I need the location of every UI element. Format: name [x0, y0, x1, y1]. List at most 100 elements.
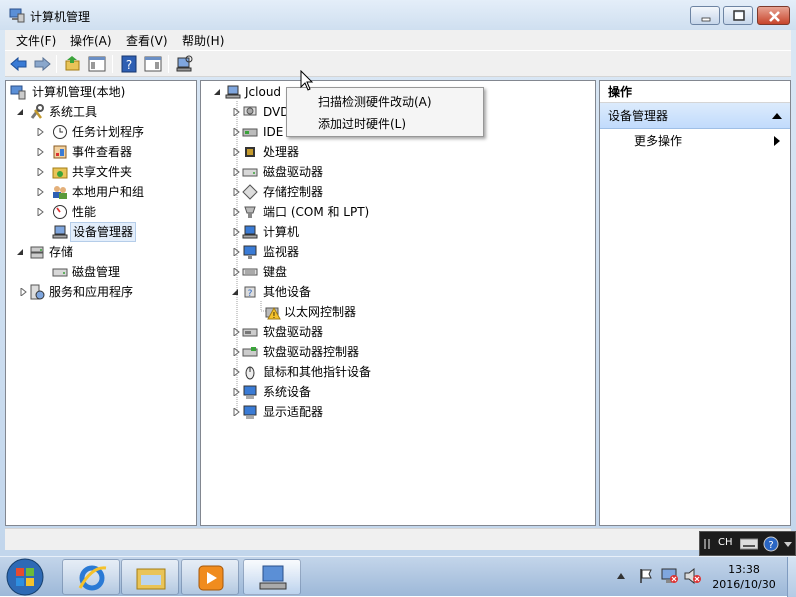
collapsed-triangle-icon[interactable]	[232, 228, 240, 236]
svg-text:?: ?	[248, 289, 253, 299]
port-icon	[244, 206, 256, 218]
expanded-triangle-icon[interactable]	[231, 288, 239, 296]
toolbar: ?	[5, 50, 791, 77]
expanded-triangle-icon[interactable]	[213, 88, 221, 96]
collapsed-triangle-icon[interactable]	[36, 148, 44, 156]
show-hide-tree-icon[interactable]	[87, 54, 107, 74]
help-circle-icon[interactable]: ?	[763, 536, 779, 552]
collapsed-triangle-icon[interactable]	[232, 388, 240, 396]
expanded-triangle-icon[interactable]	[16, 248, 24, 256]
start-button-icon[interactable]	[4, 557, 46, 597]
action-center-flag-icon[interactable]	[638, 568, 654, 584]
clock-date: 2016/10/30	[712, 578, 776, 591]
network-disconnected-icon[interactable]	[661, 568, 679, 584]
taskbar-ie-button[interactable]	[62, 559, 120, 595]
computer-management-icon	[9, 8, 25, 23]
collapsed-triangle-icon[interactable]	[232, 408, 240, 416]
computer-management-icon	[10, 85, 26, 100]
folder-icon	[136, 568, 166, 590]
console-tree-pane[interactable]: 计算机管理(本地) 系统工具 任务计划程序 事件查看器 共享文件夹 本地用户和组	[5, 80, 197, 526]
media-player-icon	[198, 565, 224, 591]
computer-management-window: 计算机管理 文件(F) 操作(A) 查看(V) 帮助(H) ? 计算机管理(本地…	[0, 0, 796, 556]
help-icon[interactable]: ?	[119, 54, 139, 74]
collapsed-triangle-icon[interactable]	[36, 208, 44, 216]
language-bar[interactable]: CH ?	[699, 531, 796, 556]
menu-item-scan-hardware[interactable]: 扫描检测硬件改动(A)	[318, 92, 432, 112]
title-bar[interactable]: 计算机管理	[0, 0, 796, 30]
minimize-button[interactable]	[690, 6, 720, 25]
collapsed-triangle-icon[interactable]	[232, 268, 240, 276]
collapsed-triangle-icon[interactable]	[232, 188, 240, 196]
keyboard-icon[interactable]	[740, 538, 758, 550]
show-hidden-icons-icon[interactable]	[617, 572, 625, 580]
collapsed-triangle-icon[interactable]	[232, 248, 240, 256]
collapsed-triangle-icon[interactable]	[232, 208, 240, 216]
input-language-label[interactable]: CH	[718, 537, 733, 548]
collapsed-triangle-icon[interactable]	[232, 108, 240, 116]
device-tree-pane[interactable]: Jcloud DVD IDE 处理器 磁盘驱动器 存储控制器 端口 (COM 和 LPT)…	[200, 80, 596, 526]
collapsed-triangle-icon[interactable]	[36, 128, 44, 136]
maximize-button[interactable]	[723, 6, 753, 25]
svg-text:?: ?	[126, 58, 132, 72]
taskbar-computer-management-button[interactable]	[243, 559, 301, 595]
collapsed-triangle-icon[interactable]	[19, 288, 27, 296]
collapsed-triangle-icon[interactable]	[36, 168, 44, 176]
menu-item-add-legacy-hardware[interactable]: 添加过时硬件(L)	[318, 114, 406, 134]
up-folder-icon[interactable]	[63, 54, 83, 74]
floppy-drive-icon	[242, 328, 258, 337]
disk-drive-icon	[242, 168, 258, 177]
clock-time: 13:38	[728, 563, 760, 576]
internet-explorer-icon	[78, 565, 107, 591]
actions-section-device-manager[interactable]: 设备管理器	[600, 103, 790, 129]
disk-icon	[52, 268, 68, 277]
device-manager-icon	[52, 225, 68, 239]
dvd-drive-icon	[243, 106, 257, 116]
scan-hardware-icon[interactable]	[174, 54, 194, 74]
more-actions-link[interactable]: 更多操作	[634, 131, 682, 151]
performance-gauge-icon	[53, 205, 67, 219]
volume-muted-icon[interactable]	[684, 568, 702, 584]
warning-device-icon: !	[265, 306, 281, 320]
menu-view[interactable]: 查看(V)	[126, 32, 168, 49]
collapsed-triangle-icon[interactable]	[232, 328, 240, 336]
collapsed-triangle-icon[interactable]	[232, 148, 240, 156]
monitor-icon	[243, 245, 257, 259]
menu-help[interactable]: 帮助(H)	[182, 32, 224, 49]
computer-icon	[225, 85, 241, 99]
collapsed-triangle-icon[interactable]	[232, 128, 240, 136]
taskbar-explorer-button[interactable]	[121, 559, 179, 595]
tree-connector-lines	[236, 101, 269, 411]
unknown-device-icon: ?	[244, 286, 256, 299]
collapsed-triangle-icon[interactable]	[232, 348, 240, 356]
grip-icon	[704, 539, 710, 549]
collapse-up-icon[interactable]	[772, 112, 782, 119]
show-desktop-button[interactable]	[787, 557, 796, 597]
shared-folder-icon	[52, 167, 68, 179]
langbar-options-icon[interactable]	[784, 540, 792, 548]
expanded-triangle-icon[interactable]	[16, 108, 24, 116]
taskbar: 13:38 2016/10/30	[0, 556, 796, 597]
taskbar-media-player-button[interactable]	[181, 559, 239, 595]
services-icon	[30, 284, 45, 300]
close-button[interactable]	[757, 6, 790, 25]
ide-controller-icon	[242, 128, 258, 137]
actions-pane: 操作 设备管理器 更多操作	[599, 80, 791, 526]
tools-icon	[30, 104, 44, 119]
collapsed-triangle-icon[interactable]	[36, 188, 44, 196]
system-clock[interactable]: 13:38 2016/10/30	[708, 562, 780, 592]
forward-arrow-icon[interactable]	[32, 54, 52, 74]
submenu-arrow-icon	[774, 136, 780, 146]
computer-icon	[242, 225, 258, 239]
menu-bar: 文件(F) 操作(A) 查看(V) 帮助(H)	[5, 30, 791, 50]
back-arrow-icon[interactable]	[9, 54, 29, 74]
keyboard-icon	[242, 268, 258, 276]
storage-icon	[30, 246, 44, 259]
action-pane-icon[interactable]	[143, 54, 163, 74]
display-adapter-icon	[243, 405, 257, 419]
collapsed-triangle-icon[interactable]	[232, 168, 240, 176]
computer-management-icon	[259, 565, 287, 590]
collapsed-triangle-icon[interactable]	[232, 368, 240, 376]
menu-file[interactable]: 文件(F)	[16, 32, 56, 49]
mouse-icon	[245, 366, 255, 380]
menu-action[interactable]: 操作(A)	[70, 32, 112, 49]
